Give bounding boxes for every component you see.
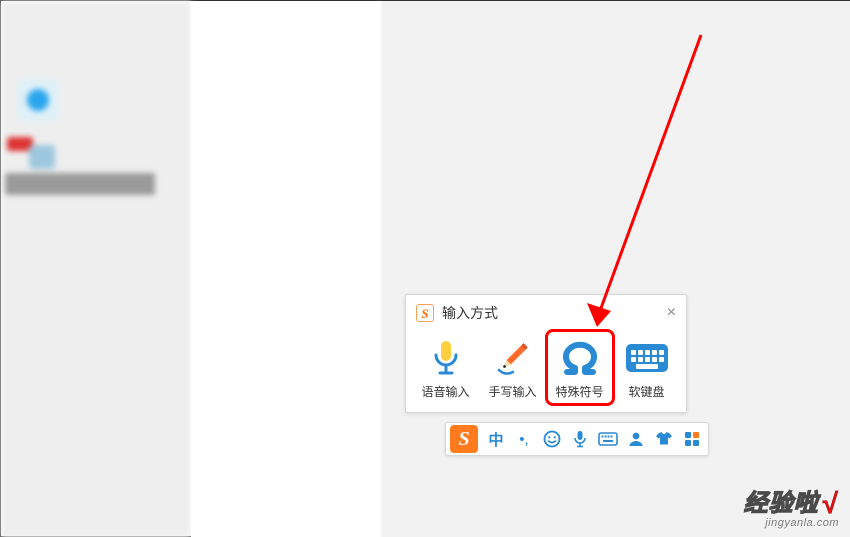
special-symbols-option[interactable]: 特殊符号 [549,333,611,402]
soft-keyboard-option[interactable]: 软键盘 [616,333,678,402]
user-button[interactable] [624,427,648,451]
popup-header: S 输入方式 × [406,295,686,329]
right-background [381,1,850,537]
pencil-icon [490,337,536,379]
close-icon[interactable]: × [667,306,676,320]
omega-icon [557,337,603,379]
ime-toolbar: S 中 •, [445,422,709,456]
sogou-logo-icon[interactable]: S [450,425,478,453]
popup-options: 语音输入 手写输入 [406,329,686,412]
watermark: 经验啦 √ jingyanla.com [744,489,839,530]
check-icon: √ [823,489,839,518]
option-label: 特殊符号 [549,383,611,400]
emoji-button[interactable] [540,427,564,451]
microphone-icon [423,337,469,379]
watermark-title: 经验啦 [744,491,819,516]
sogou-glyph: S [421,307,428,320]
app-canvas: S 输入方式 × 语音输入 [0,0,850,537]
sogou-logo-icon: S [416,304,434,322]
skin-button[interactable] [652,427,676,451]
blurred-sidebar [1,1,191,537]
voice-input-option[interactable]: 语音输入 [415,333,477,402]
punct-toggle-button[interactable]: •, [512,427,536,451]
toolbox-button[interactable] [680,427,704,451]
keyboard-button[interactable] [596,427,620,451]
sogou-glyph: S [458,429,469,449]
document-area [191,1,381,537]
option-label: 语音输入 [415,383,477,400]
option-label: 软键盘 [616,383,678,400]
keyboard-icon [624,337,670,379]
voice-button[interactable] [568,427,592,451]
lang-toggle-button[interactable]: 中 [484,427,508,451]
option-label: 手写输入 [482,383,544,400]
watermark-url: jingyanla.com [744,518,839,530]
input-method-popup: S 输入方式 × 语音输入 [405,294,687,413]
popup-title: 输入方式 [442,303,498,323]
handwriting-input-option[interactable]: 手写输入 [482,333,544,402]
